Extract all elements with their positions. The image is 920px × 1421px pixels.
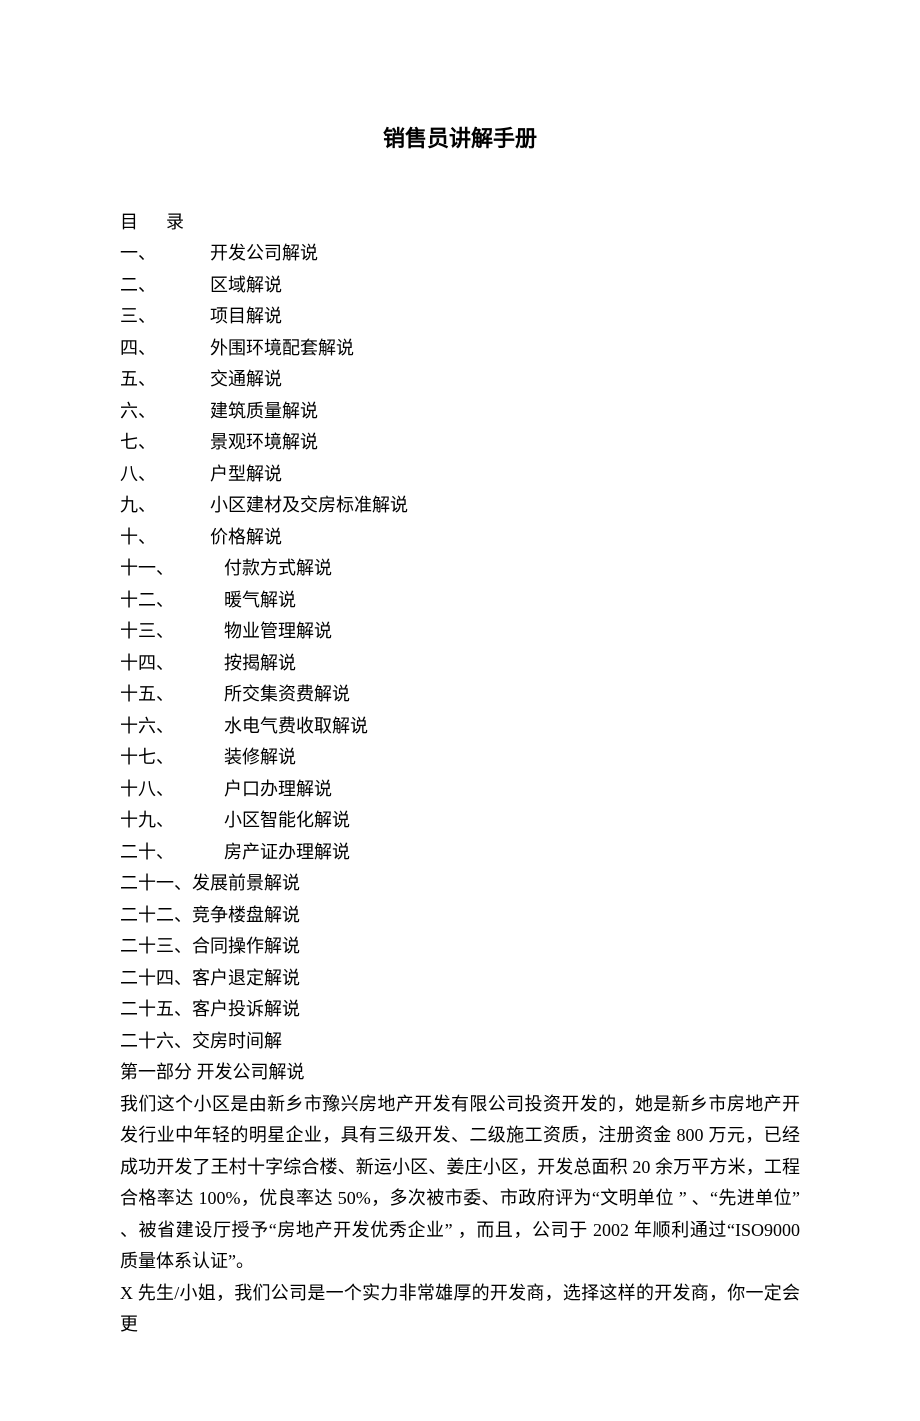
toc-num: 十、 [120, 522, 210, 554]
toc-num: 十五、 [120, 679, 224, 711]
toc-num: 十六、 [120, 711, 224, 743]
toc-item: 二十五、客户投诉解说 [120, 994, 800, 1026]
toc-label: 装修解说 [224, 742, 296, 774]
toc-item: 四、外围环境配套解说 [120, 333, 800, 365]
toc-item: 十二、暖气解说 [120, 585, 800, 617]
toc-label: 所交集资费解说 [224, 679, 350, 711]
toc-label: 价格解说 [210, 522, 282, 554]
toc-num: 六、 [120, 396, 210, 428]
toc-label: 物业管理解说 [224, 616, 332, 648]
document-page: 销售员讲解手册 目录 一、开发公司解说 二、区域解说 三、项目解说 四、外围环境… [0, 0, 920, 1421]
toc-num: 七、 [120, 427, 210, 459]
toc-item: 二、区域解说 [120, 270, 800, 302]
toc-item: 十、价格解说 [120, 522, 800, 554]
toc-header-char-1: 目 [120, 212, 138, 232]
toc-item: 二十、房产证办理解说 [120, 837, 800, 869]
toc-label: 建筑质量解说 [210, 396, 318, 428]
toc-item: 九、小区建材及交房标准解说 [120, 490, 800, 522]
toc-item: 十一、付款方式解说 [120, 553, 800, 585]
toc-item: 六、建筑质量解说 [120, 396, 800, 428]
toc-num: 四、 [120, 333, 210, 365]
toc-item: 二十三、合同操作解说 [120, 931, 800, 963]
toc-num: 十四、 [120, 648, 224, 680]
toc-item: 一、开发公司解说 [120, 238, 800, 270]
toc-label: 景观环境解说 [210, 427, 318, 459]
toc-label: 区域解说 [210, 270, 282, 302]
toc-item: 二十四、客户退定解说 [120, 963, 800, 995]
toc-num: 二十、 [120, 837, 224, 869]
toc-item: 十六、水电气费收取解说 [120, 711, 800, 743]
doc-title: 销售员讲解手册 [120, 120, 800, 159]
toc-item: 十四、按揭解说 [120, 648, 800, 680]
toc-label: 付款方式解说 [224, 553, 332, 585]
toc-label: 开发公司解说 [210, 238, 318, 270]
toc-num: 八、 [120, 459, 210, 491]
toc-num: 一、 [120, 238, 210, 270]
toc-label: 户口办理解说 [224, 774, 332, 806]
toc-label: 暖气解说 [224, 585, 296, 617]
toc-header: 目录 [120, 207, 800, 239]
toc-list: 一、开发公司解说 二、区域解说 三、项目解说 四、外围环境配套解说 五、交通解说… [120, 238, 800, 1057]
toc-num: 十一、 [120, 553, 224, 585]
toc-num: 十三、 [120, 616, 224, 648]
toc-num: 十二、 [120, 585, 224, 617]
toc-num: 九、 [120, 490, 210, 522]
toc-label: 小区建材及交房标准解说 [210, 490, 408, 522]
toc-item: 十三、物业管理解说 [120, 616, 800, 648]
toc-num: 十七、 [120, 742, 224, 774]
paragraph: 我们这个小区是由新乡市豫兴房地产开发有限公司投资开发的，她是新乡市房地产开发行业… [120, 1089, 800, 1278]
toc-label: 房产证办理解说 [224, 837, 350, 869]
toc-label: 小区智能化解说 [224, 805, 350, 837]
toc-label: 按揭解说 [224, 648, 296, 680]
toc-num: 三、 [120, 301, 210, 333]
toc-item: 七、景观环境解说 [120, 427, 800, 459]
toc-item: 二十一、发展前景解说 [120, 868, 800, 900]
toc-num: 二、 [120, 270, 210, 302]
toc-header-char-2: 录 [166, 212, 184, 232]
toc-item: 十七、装修解说 [120, 742, 800, 774]
toc-num: 十八、 [120, 774, 224, 806]
toc-label: 户型解说 [210, 459, 282, 491]
toc-label: 水电气费收取解说 [224, 711, 368, 743]
toc-item: 二十二、竞争楼盘解说 [120, 900, 800, 932]
toc-item: 八、户型解说 [120, 459, 800, 491]
toc-item: 五、交通解说 [120, 364, 800, 396]
toc-num: 十九、 [120, 805, 224, 837]
section-heading: 第一部分 开发公司解说 [120, 1057, 800, 1089]
toc-item: 十五、所交集资费解说 [120, 679, 800, 711]
paragraph: X 先生/小姐，我们公司是一个实力非常雄厚的开发商，选择这样的开发商，你一定会更 [120, 1278, 800, 1341]
toc-item: 十八、户口办理解说 [120, 774, 800, 806]
toc-num: 五、 [120, 364, 210, 396]
toc-label: 外围环境配套解说 [210, 333, 354, 365]
toc-label: 项目解说 [210, 301, 282, 333]
toc-label: 交通解说 [210, 364, 282, 396]
toc-item: 二十六、交房时间解 [120, 1026, 800, 1058]
toc-item: 三、项目解说 [120, 301, 800, 333]
toc-item: 十九、小区智能化解说 [120, 805, 800, 837]
